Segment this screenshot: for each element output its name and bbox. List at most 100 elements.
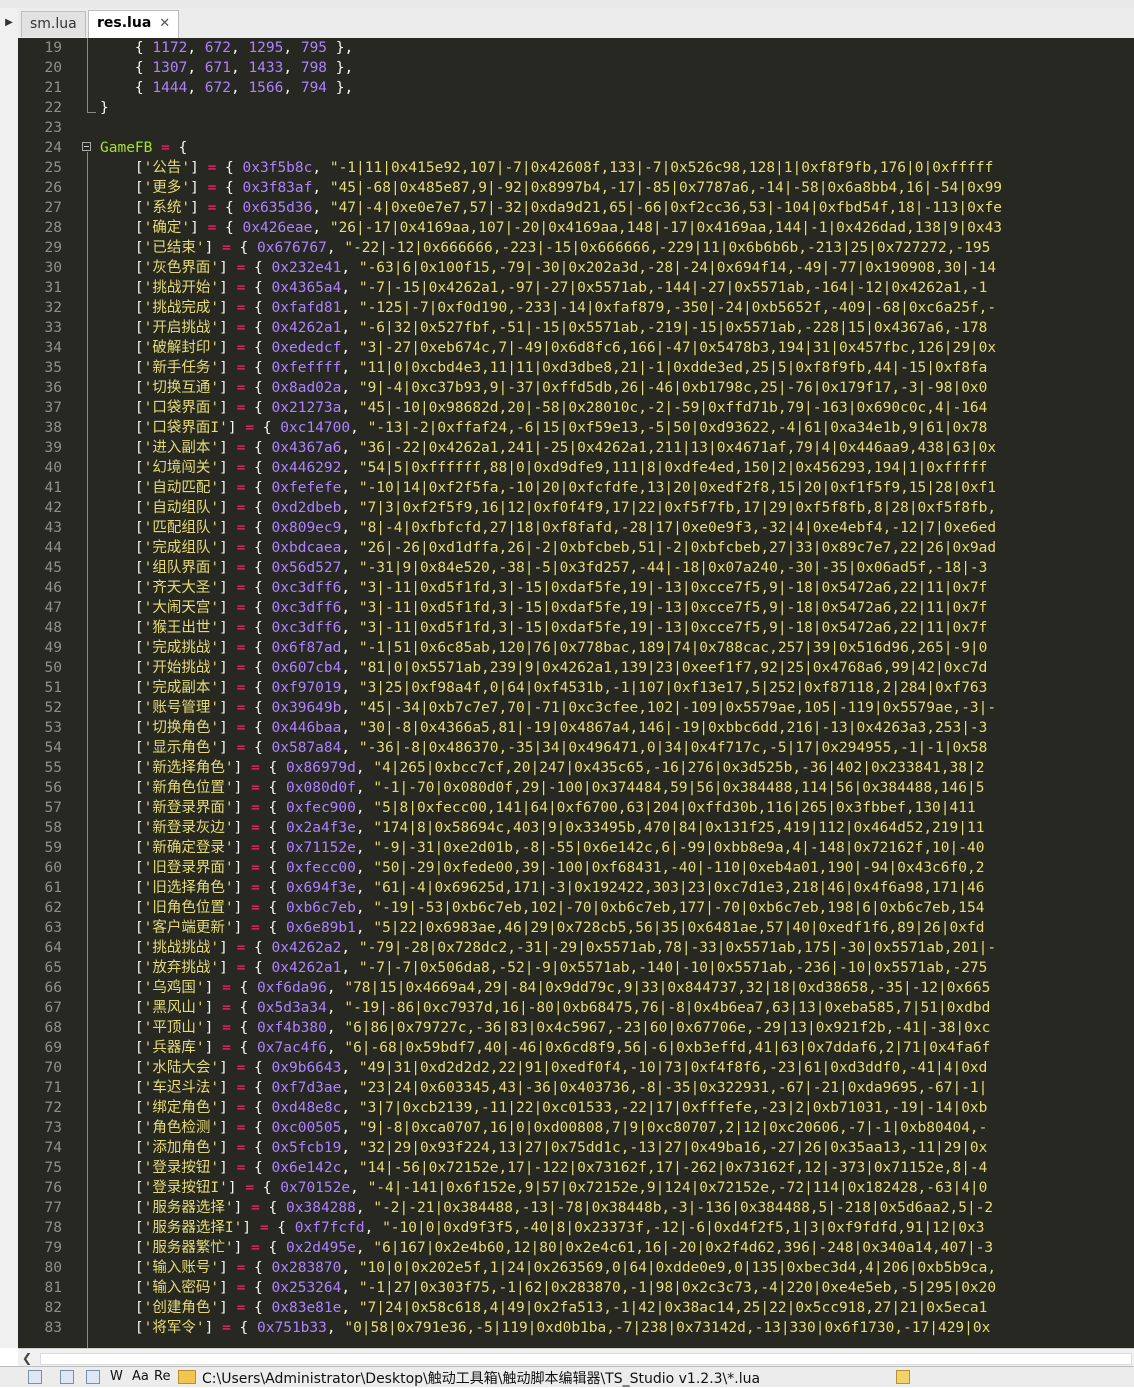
code-text[interactable]: ['完成挑战'] = { 0x6f87ad, "-1|51|0x6c85ab,1… — [100, 638, 987, 658]
code-text[interactable]: ['新选择角色'] = { 0x86979d, "4|265|0xbcc7cf,… — [100, 758, 985, 778]
code-text[interactable]: ['自动组队'] = { 0xd2dbeb, "7|3|0xf2f5f9,16|… — [100, 498, 996, 518]
tab-scroll-left-icon[interactable]: ▶ — [0, 8, 19, 38]
code-line[interactable]: 29 ['已结束'] = { 0x676767, "-22|-12|0x6666… — [18, 238, 1134, 258]
code-text[interactable]: ['绑定角色'] = { 0xd48e8c, "3|7|0xcb2139,-11… — [100, 1098, 987, 1118]
status-whole-word[interactable]: W — [110, 1369, 123, 1384]
code-line[interactable]: 60 ['旧登录界面'] = { 0xfecc00, "50|-29|0xfed… — [18, 858, 1134, 878]
code-text[interactable]: ['完成副本'] = { 0xf97019, "3|25|0xf98a4f,0|… — [100, 678, 987, 698]
code-text[interactable]: ['口袋界面'] = { 0x21273a, "45|-10|0x98682d,… — [100, 398, 987, 418]
code-text[interactable]: ['灰色界面'] = { 0x232e41, "-63|6|0x100f15,-… — [100, 258, 996, 278]
code-line[interactable]: 69 ['兵器库'] = { 0x7ac4f6, "6|-68|0x59bdf7… — [18, 1038, 1134, 1058]
code-line[interactable]: 64 ['挑战挑战'] = { 0x4262a2, "-79|-28|0x728… — [18, 938, 1134, 958]
code-text[interactable]: ['猴王出世'] = { 0xc3dff6, "3|-11|0xd5f1fd,3… — [100, 618, 987, 638]
code-text[interactable]: ['平顶山'] = { 0xf4b380, "6|86|0x79727c,-36… — [100, 1018, 990, 1038]
code-line[interactable]: 21 { 1444, 672, 1566, 794 }, — [18, 78, 1134, 98]
code-text[interactable]: ['切换互通'] = { 0x8ad02a, "9|-4|0xc37b93,9|… — [100, 378, 987, 398]
code-line[interactable]: 25 ['公告'] = { 0x3f5b8c, "-1|11|0x415e92,… — [18, 158, 1134, 178]
code-line[interactable]: 50 ['开始挑战'] = { 0x607cb4, "81|0|0x5571ab… — [18, 658, 1134, 678]
code-line[interactable]: 44 ['完成组队'] = { 0xbdcaea, "26|-26|0xd1df… — [18, 538, 1134, 558]
code-editor[interactable]: 19 { 1172, 672, 1295, 795 }, 20 { 1307, 6… — [18, 38, 1134, 1348]
code-text[interactable]: ['已结束'] = { 0x676767, "-22|-12|0x666666,… — [100, 238, 990, 258]
code-text[interactable]: ['系统'] = { 0x635d36, "47|-4|0xe0e7e7,57|… — [100, 198, 1002, 218]
code-line[interactable]: 32 ['挑战完成'] = { 0xfafd81, "-125|-7|0xf0d… — [18, 298, 1134, 318]
code-line[interactable]: 39 ['进入副本'] = { 0x4367a6, "36|-22|0x4262… — [18, 438, 1134, 458]
code-text[interactable]: GameFB = { — [100, 138, 187, 158]
code-text[interactable]: ['新登录界面'] = { 0xfec900, "5|8|0xfecc00,14… — [100, 798, 976, 818]
code-line[interactable]: 48 ['猴王出世'] = { 0xc3dff6, "3|-11|0xd5f1f… — [18, 618, 1134, 638]
code-text[interactable]: ['将军令'] = { 0x751b33, "0|58|0x791e36,-5|… — [100, 1318, 990, 1338]
code-line[interactable]: 68 ['平顶山'] = { 0xf4b380, "6|86|0x79727c,… — [18, 1018, 1134, 1038]
code-line[interactable]: 77 ['服务器选择'] = { 0x384288, "-2|-21|0x384… — [18, 1198, 1134, 1218]
code-text[interactable]: ['水陆大会'] = { 0x9b6643, "49|31|0xd2d2d2,2… — [100, 1058, 987, 1078]
code-line[interactable]: 78 ['服务器选择I'] = { 0xf7fcfd, "-10|0|0xd9f… — [18, 1218, 1134, 1238]
code-line[interactable]: 42 ['自动组队'] = { 0xd2dbeb, "7|3|0xf2f5f9,… — [18, 498, 1134, 518]
code-line[interactable]: 83 ['将军令'] = { 0x751b33, "0|58|0x791e36,… — [18, 1318, 1134, 1338]
code-text[interactable]: ['新登录灰边'] = { 0x2a4f3e, "174|8|0x58694c,… — [100, 818, 985, 838]
code-text[interactable]: ['幻境闯关'] = { 0x446292, "54|5|0xffffff,88… — [100, 458, 987, 478]
code-line[interactable]: 53 ['切换角色'] = { 0x446baa, "30|-8|0x4366a… — [18, 718, 1134, 738]
code-text[interactable]: ['组队界面'] = { 0x56d527, "-31|9|0x84e520,-… — [100, 558, 987, 578]
code-line[interactable]: 56 ['新角色位置'] = { 0x080d0f, "-1|-70|0x080… — [18, 778, 1134, 798]
code-text[interactable]: ['公告'] = { 0x3f5b8c, "-1|11|0x415e92,107… — [100, 158, 993, 178]
code-text[interactable]: ['破解封印'] = { 0xededcf, "3|-27|0xeb674c,7… — [100, 338, 996, 358]
code-text[interactable]: ['口袋界面I'] = { 0xc14700, "-13|-2|0xffaf24… — [100, 418, 987, 438]
code-line[interactable]: 46 ['齐天大圣'] = { 0xc3dff6, "3|-11|0xd5f1f… — [18, 578, 1134, 598]
code-text[interactable]: ['输入密码'] = { 0x253264, "-1|27|0x303f75,-… — [100, 1278, 996, 1298]
code-line[interactable]: 26 ['更多'] = { 0x3f83af, "45|-68|0x485e87… — [18, 178, 1134, 198]
scroll-left-icon[interactable]: ❮ — [22, 1349, 32, 1367]
code-text[interactable]: ['自动匹配'] = { 0xfefefe, "-10|14|0xf2f5fa,… — [100, 478, 996, 498]
code-line[interactable]: 70 ['水陆大会'] = { 0x9b6643, "49|31|0xd2d2d… — [18, 1058, 1134, 1078]
code-line[interactable]: 37 ['口袋界面'] = { 0x21273a, "45|-10|0x9868… — [18, 398, 1134, 418]
close-icon[interactable]: ✕ — [159, 16, 170, 31]
folder-dropdown-icon[interactable] — [896, 1370, 910, 1384]
code-line[interactable]: 80 ['输入账号'] = { 0x283870, "10|0|0x202e5f… — [18, 1258, 1134, 1278]
code-line[interactable]: 45 ['组队界面'] = { 0x56d527, "-31|9|0x84e52… — [18, 558, 1134, 578]
code-text[interactable]: ['登录按钮I'] = { 0x70152e, "-4|-141|0x6f152… — [100, 1178, 987, 1198]
code-line[interactable]: 61 ['旧选择角色'] = { 0x694f3e, "61|-4|0x6962… — [18, 878, 1134, 898]
code-text[interactable]: ['新角色位置'] = { 0x080d0f, "-1|-70|0x080d0f… — [100, 778, 985, 798]
code-line[interactable]: 58 ['新登录灰边'] = { 0x2a4f3e, "174|8|0x5869… — [18, 818, 1134, 838]
code-text[interactable]: ['黑风山'] = { 0x5d3a34, "-19|-86|0xc7937d,… — [100, 998, 990, 1018]
code-text[interactable]: ['车迟斗法'] = { 0xf7d3ae, "23|24|0x603345,4… — [100, 1078, 987, 1098]
code-text[interactable]: ['服务器繁忙'] = { 0x2d495e, "6|167|0x2e4b60,… — [100, 1238, 993, 1258]
code-line[interactable]: 65 ['放弃挑战'] = { 0x4262a1, "-7|-7|0x506da… — [18, 958, 1134, 978]
code-text[interactable]: ['放弃挑战'] = { 0x4262a1, "-7|-7|0x506da8,-… — [100, 958, 987, 978]
code-text[interactable]: ['新确定登录'] = { 0x71152e, "-9|-31|0xe2d01b… — [100, 838, 985, 858]
scrollbar-thumb[interactable] — [40, 1353, 1132, 1365]
code-line[interactable]: 41 ['自动匹配'] = { 0xfefefe, "-10|14|0xf2f5… — [18, 478, 1134, 498]
code-text[interactable]: ['进入副本'] = { 0x4367a6, "36|-22|0x4262a1,… — [100, 438, 996, 458]
code-line[interactable]: 47 ['大闹天宫'] = { 0xc3dff6, "3|-11|0xd5f1f… — [18, 598, 1134, 618]
code-text[interactable]: ['新手任务'] = { 0xfeffff, "11|0|0xcbd4e3,11… — [100, 358, 987, 378]
code-line[interactable]: 27 ['系统'] = { 0x635d36, "47|-4|0xe0e7e7,… — [18, 198, 1134, 218]
code-text[interactable]: ['乌鸡国'] = { 0xf6da96, "78|15|0x4669a4,29… — [100, 978, 990, 998]
code-line[interactable]: 30 ['灰色界面'] = { 0x232e41, "-63|6|0x100f1… — [18, 258, 1134, 278]
code-line[interactable]: 51 ['完成副本'] = { 0xf97019, "3|25|0xf98a4f… — [18, 678, 1134, 698]
status-match-case[interactable]: Aa — [132, 1369, 149, 1384]
fold-toggle-icon[interactable] — [82, 142, 91, 151]
horizontal-scrollbar[interactable]: ❮ — [18, 1348, 1134, 1367]
code-text[interactable]: { 1444, 672, 1566, 794 }, — [100, 78, 353, 98]
code-text[interactable]: ['切换角色'] = { 0x446baa, "30|-8|0x4366a5,8… — [100, 718, 987, 738]
status-regex[interactable]: Re — [154, 1369, 170, 1384]
code-line[interactable]: 49 ['完成挑战'] = { 0x6f87ad, "-1|51|0x6c85a… — [18, 638, 1134, 658]
code-text[interactable]: { 1307, 671, 1433, 798 }, — [100, 58, 353, 78]
code-line[interactable]: 82 ['创建角色'] = { 0x83e81e, "7|24|0x58c618… — [18, 1298, 1134, 1318]
code-line[interactable]: 62 ['旧角色位置'] = { 0xb6c7eb, "-19|-53|0xb6… — [18, 898, 1134, 918]
code-text[interactable]: ['登录按钮'] = { 0x6e142c, "14|-56|0x72152e,… — [100, 1158, 987, 1178]
code-line[interactable]: 19 { 1172, 672, 1295, 795 }, — [18, 38, 1134, 58]
code-text[interactable]: ['开始挑战'] = { 0x607cb4, "81|0|0x5571ab,23… — [100, 658, 987, 678]
code-text[interactable]: ['旧角色位置'] = { 0xb6c7eb, "-19|-53|0xb6c7e… — [100, 898, 985, 918]
code-text[interactable]: ['齐天大圣'] = { 0xc3dff6, "3|-11|0xd5f1fd,3… — [100, 578, 987, 598]
list-icon[interactable] — [60, 1370, 74, 1384]
code-line[interactable]: 55 ['新选择角色'] = { 0x86979d, "4|265|0xbcc7… — [18, 758, 1134, 778]
code-text[interactable]: ['角色检测'] = { 0xc00505, "9|-8|0xca0707,16… — [100, 1118, 987, 1138]
code-line[interactable]: 71 ['车迟斗法'] = { 0xf7d3ae, "23|24|0x60334… — [18, 1078, 1134, 1098]
code-text[interactable]: ['服务器选择'] = { 0x384288, "-2|-21|0x384488… — [100, 1198, 993, 1218]
code-text[interactable]: ['完成组队'] = { 0xbdcaea, "26|-26|0xd1dffa,… — [100, 538, 996, 558]
code-line[interactable]: 75 ['登录按钮'] = { 0x6e142c, "14|-56|0x7215… — [18, 1158, 1134, 1178]
code-text[interactable]: } — [100, 98, 109, 118]
code-line[interactable]: 31 ['挑战开始'] = { 0x4365a4, "-7|-15|0x4262… — [18, 278, 1134, 298]
code-line[interactable]: 54 ['显示角色'] = { 0x587a84, "-36|-8|0x4863… — [18, 738, 1134, 758]
code-line[interactable]: 34 ['破解封印'] = { 0xededcf, "3|-27|0xeb674… — [18, 338, 1134, 358]
code-text[interactable]: ['开启挑战'] = { 0x4262a1, "-6|32|0x527fbf,-… — [100, 318, 987, 338]
